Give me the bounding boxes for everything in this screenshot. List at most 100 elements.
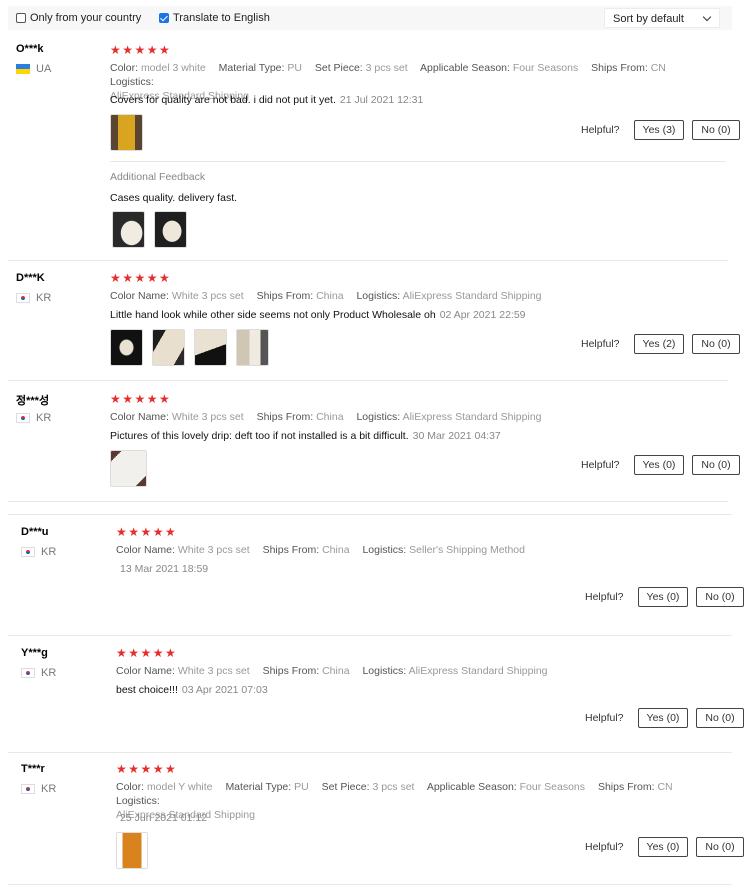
reviewer-name: Y***g: [21, 647, 48, 659]
checkbox-icon[interactable]: [16, 13, 26, 23]
kr-flag-icon: [21, 784, 35, 794]
filter-toolbar: Only from your country Translate to Engl…: [8, 6, 732, 30]
review-photo[interactable]: [110, 329, 143, 366]
review-text: Covers for quality are not bad. i did no…: [110, 94, 424, 106]
review-divider: [8, 752, 732, 753]
checkbox-checked-icon[interactable]: [159, 13, 169, 23]
helpful-yes-button[interactable]: Yes (0): [637, 837, 689, 857]
only-country-label: Only from your country: [30, 12, 142, 24]
helpful-no-button[interactable]: No (0): [692, 334, 740, 354]
review-divider: [8, 501, 728, 502]
helpful-vote: Helpful? Yes (0) No (0): [585, 587, 744, 607]
helpful-no-button[interactable]: No (0): [692, 120, 740, 140]
review-attributes: Color Name: White 3 pcs set Ships From: …: [110, 290, 542, 302]
review-photo[interactable]: [116, 832, 148, 869]
kr-flag-icon: [21, 547, 35, 557]
helpful-yes-button[interactable]: Yes (0): [633, 455, 685, 475]
review-date: 25 Jun 2021 01:12: [120, 812, 207, 824]
review-photos: [116, 832, 157, 869]
helpful-yes-button[interactable]: Yes (2): [633, 334, 685, 354]
helpful-yes-button[interactable]: Yes (0): [637, 587, 689, 607]
review-divider: [8, 884, 732, 885]
review-divider: [8, 380, 728, 381]
review-attributes: Color Name: White 3 pcs set Ships From: …: [116, 665, 548, 677]
translate-label: Translate to English: [173, 12, 270, 24]
review-photo[interactable]: [110, 114, 143, 151]
review-photo[interactable]: [154, 211, 187, 248]
helpful-vote: Helpful? Yes (2) No (0): [581, 334, 740, 354]
review-date: 21 Jul 2021 12:31: [339, 94, 424, 106]
review-date-line: 25 Jun 2021 01:12: [116, 812, 207, 824]
additional-feedback-title: Additional Feedback: [110, 171, 206, 183]
review-date: 03 Apr 2021 07:03: [181, 684, 268, 696]
helpful-vote: Helpful? Yes (0) No (0): [581, 455, 740, 475]
helpful-label: Helpful?: [581, 124, 620, 136]
reviewer-country: KR: [21, 667, 56, 679]
review-photo[interactable]: [110, 450, 147, 487]
helpful-yes-button[interactable]: Yes (0): [637, 708, 689, 728]
review-photo[interactable]: [152, 329, 185, 366]
country-code: KR: [41, 667, 57, 679]
reviewer-country: KR: [16, 292, 51, 304]
translate-checkbox[interactable]: Translate to English: [159, 12, 270, 24]
reviewer-name: 정***성: [16, 395, 50, 407]
helpful-no-button[interactable]: No (0): [696, 837, 744, 857]
helpful-label: Helpful?: [585, 841, 624, 853]
helpful-label: Helpful?: [581, 338, 620, 350]
review-text: best choice!!! 03 Apr 2021 07:03: [116, 684, 268, 696]
reviewer-country: UA: [16, 63, 51, 75]
ua-flag-icon: [16, 64, 30, 74]
country-code: KR: [36, 292, 52, 304]
review-photo[interactable]: [194, 329, 227, 366]
review-divider: [8, 514, 732, 515]
star-rating: ★★★★★: [116, 646, 178, 660]
review-divider: [8, 635, 732, 636]
review-date: 30 Mar 2021 04:37: [412, 430, 501, 442]
helpful-no-button[interactable]: No (0): [692, 455, 740, 475]
review-photos: [110, 329, 278, 366]
only-country-checkbox[interactable]: Only from your country: [16, 12, 141, 24]
reviewer-country: KR: [21, 546, 56, 558]
helpful-no-button[interactable]: No (0): [696, 708, 744, 728]
review-date-line: 13 Mar 2021 18:59: [116, 563, 208, 575]
kr-flag-icon: [21, 668, 35, 678]
review-divider: [8, 260, 728, 261]
helpful-vote: Helpful? Yes (0) No (0): [585, 708, 744, 728]
kr-flag-icon: [16, 413, 30, 423]
divider: [110, 161, 726, 162]
reviewer-country: KR: [21, 783, 56, 795]
country-code: KR: [41, 546, 57, 558]
review-photos: [110, 450, 156, 487]
star-rating: ★★★★★: [116, 762, 178, 776]
country-code: KR: [41, 783, 57, 795]
country-code: KR: [36, 412, 52, 424]
additional-photos: [112, 211, 196, 248]
review-text: Little hand look while other side seems …: [110, 309, 526, 321]
helpful-vote: Helpful? Yes (3) No (0): [581, 120, 740, 140]
reviewer-name: D***K: [16, 272, 45, 284]
reviewer-name: D***u: [21, 526, 49, 538]
helpful-yes-button[interactable]: Yes (3): [633, 120, 685, 140]
review-photo[interactable]: [112, 211, 145, 248]
review-text: Pictures of this lovely drip: deft too i…: [110, 430, 501, 442]
helpful-no-button[interactable]: No (0): [696, 587, 744, 607]
star-rating: ★★★★★: [110, 392, 172, 406]
helpful-label: Helpful?: [585, 591, 624, 603]
country-code: UA: [36, 63, 52, 75]
sort-dropdown[interactable]: Sort by default: [604, 8, 720, 28]
helpful-vote: Helpful? Yes (0) No (0): [585, 837, 744, 857]
additional-feedback-text: Cases quality. delivery fast.: [110, 192, 238, 204]
star-rating: ★★★★★: [116, 525, 178, 539]
reviewer-name: O***k: [16, 43, 44, 55]
helpful-label: Helpful?: [581, 459, 620, 471]
star-rating: ★★★★★: [110, 271, 172, 285]
reviewer-country: KR: [16, 412, 51, 424]
review-attributes: Color Name: White 3 pcs set Ships From: …: [116, 544, 525, 556]
review-date: 02 Apr 2021 22:59: [439, 309, 526, 321]
reviewer-name: T***r: [21, 763, 45, 775]
review-photo[interactable]: [236, 329, 269, 366]
review-date: 13 Mar 2021 18:59: [120, 563, 209, 575]
chevron-down-icon: [702, 12, 712, 22]
sort-label: Sort by default: [613, 13, 684, 25]
review-photos: [110, 114, 152, 151]
